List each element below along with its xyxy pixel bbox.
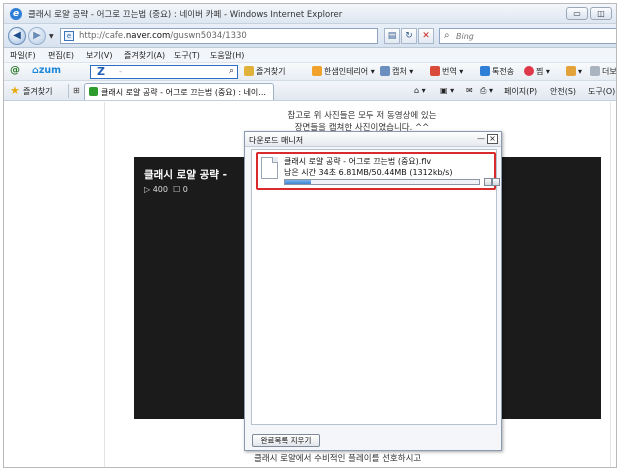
comment-count: ☐ 0 — [173, 185, 188, 194]
dialog-header: 다운로드 매니저 — × — [245, 132, 501, 147]
talk-icon — [480, 66, 490, 76]
zum-hanssem-tool[interactable]: 한샘인테리어 ▾ — [312, 66, 375, 77]
zum-search-value[interactable]: - — [119, 67, 122, 76]
video-stats: ▷ 400 ☐ 0 — [144, 185, 188, 194]
cancel-icon[interactable] — [492, 178, 500, 186]
safety-menu[interactable]: 안전(S) — [550, 86, 576, 97]
compatibility-icon[interactable]: ▤ — [384, 28, 400, 44]
download-manager-dialog: 다운로드 매니저 — × 클래시 로얄 공략 - 어그로 끄는법 (중요).fl… — [244, 131, 502, 451]
zum-wishlist-tool[interactable]: 찜 ▾ — [524, 66, 550, 77]
browser-window: e 클래시 로얄 공략 - 어그로 끄는법 (중요) : 네이버 카페 - Wi… — [3, 3, 617, 468]
download-progress-fill — [285, 180, 312, 184]
hanssem-icon — [312, 66, 322, 76]
url-text: http://cafe.naver.com/guswn5034/1330 — [79, 31, 247, 41]
zum-capture-tool[interactable]: 캡처 ▾ — [380, 66, 413, 77]
naver-cafe-icon — [89, 87, 98, 96]
window-title: 클래시 로얄 공략 - 어그로 끄는법 (중요) : 네이버 카페 - Wind… — [28, 10, 343, 20]
dialog-close-button[interactable]: × — [487, 134, 498, 144]
zum-search-box[interactable]: Z - ⌕ — [90, 65, 238, 79]
zum-translate-tool[interactable]: 번역 ▾ — [430, 66, 463, 77]
dialog-minimize-button[interactable]: — — [477, 134, 485, 143]
menu-tools[interactable]: 도구(T) — [174, 50, 200, 61]
favorites-star-icon[interactable]: ★ — [10, 84, 20, 97]
menu-edit[interactable]: 편집(E) — [48, 50, 74, 61]
home-icon[interactable]: ⌂ ▾ — [414, 86, 426, 95]
dialog-title: 다운로드 매니저 — [249, 136, 304, 145]
download-progress-bar — [284, 179, 480, 185]
back-button[interactable]: ◀ — [8, 27, 26, 45]
file-icon — [261, 157, 278, 179]
download-status: 남은 시간 34초 6.81MB/50.44MB (1312kb/s) — [284, 168, 453, 177]
page-menu[interactable]: 페이지(P) — [504, 86, 537, 97]
translate-icon — [430, 66, 440, 76]
more-icon — [590, 66, 600, 76]
at-icon[interactable]: @ — [10, 65, 20, 76]
zum-z-icon: Z — [97, 65, 105, 78]
capture-icon — [380, 66, 390, 76]
tools-menu[interactable]: 도구(O) — [588, 86, 615, 97]
forward-button[interactable]: ▶ — [28, 27, 46, 45]
ie-logo-icon: e — [10, 8, 22, 20]
heart-icon — [524, 66, 534, 76]
post-caption: 클래시 로얄에서 수비적인 플레이를 선호하시고 — [254, 454, 422, 464]
stop-icon[interactable]: ✕ — [418, 28, 434, 44]
favorites-button[interactable]: 즐겨찾기 — [23, 86, 52, 97]
brush-icon — [566, 66, 576, 76]
refresh-icon[interactable]: ↻ — [401, 28, 417, 44]
search-input[interactable] — [456, 30, 606, 42]
left-border-line — [104, 102, 105, 467]
download-filename: 클래시 로얄 공략 - 어그로 끄는법 (중요).flv — [284, 157, 432, 166]
key-icon — [244, 66, 254, 76]
right-border-line — [610, 102, 611, 467]
zum-search-icon[interactable]: ⌕ — [229, 66, 234, 76]
zum-brush-icon[interactable]: ▾ — [566, 66, 582, 76]
zum-more-tool[interactable]: 더보기 — [590, 66, 616, 77]
menu-file[interactable]: 파일(F) — [10, 50, 36, 61]
address-field[interactable]: e http://cafe.naver.com/guswn5034/1330 — [60, 28, 378, 44]
tab-current[interactable]: 클래시 로얄 공략 - 어그로 끄는법 (중요) : 네이... — [84, 83, 274, 100]
minimize-button[interactable]: ▭ — [566, 7, 588, 20]
zum-favorites-tool[interactable]: 즐겨찾기 — [244, 66, 285, 77]
quick-tabs-icon[interactable]: ⊞ — [73, 86, 80, 95]
title-bar: e 클래시 로얄 공략 - 어그로 끄는법 (중요) : 네이버 카페 - Wi… — [4, 4, 616, 24]
menu-favorites[interactable]: 즐겨찾기(A) — [124, 50, 165, 61]
zum-logo[interactable]: ⌂zum — [32, 65, 61, 76]
menu-bar: 파일(F) 편집(E) 보기(V) 즐겨찾기(A) 도구(T) 도움말(H) — [4, 48, 616, 63]
page-icon: e — [64, 31, 74, 41]
menu-help[interactable]: 도움말(H) — [210, 50, 244, 61]
pause-icon[interactable] — [484, 178, 492, 186]
zum-talk-tool[interactable]: 톡전송 — [480, 66, 514, 77]
menu-view[interactable]: 보기(V) — [86, 50, 112, 61]
video-title: 클래시 로얄 공략 - — [144, 169, 227, 181]
search-box[interactable]: ⌕ — [439, 28, 616, 44]
clear-completed-button[interactable]: 완료목록 지우기 — [252, 434, 320, 447]
search-icon: ⌕ — [444, 30, 450, 41]
address-toolbar: ◀ ▶ ▼ e http://cafe.naver.com/guswn5034/… — [4, 24, 616, 48]
view-count: ▷ 400 — [144, 185, 168, 194]
zum-toolbar: @ ⌂zum Z - ⌕ 즐겨찾기 한샘인테리어 ▾ 캡처 ▾ 번역 ▾ 톡전송… — [4, 63, 616, 81]
restore-button[interactable]: ◫ — [590, 7, 612, 20]
feeds-icon[interactable]: ▣ ▾ — [440, 86, 454, 95]
favorites-bar: ★ 즐겨찾기 ⊞ 클래시 로얄 공략 - 어그로 끄는법 (중요) : 네이..… — [4, 81, 616, 101]
history-dropdown-icon[interactable]: ▼ — [49, 33, 54, 40]
download-item[interactable]: 클래시 로얄 공략 - 어그로 끄는법 (중요).flv 남은 시간 34초 6… — [256, 152, 500, 190]
print-icon[interactable]: ⎙ ▾ — [480, 86, 493, 96]
tab-title: 클래시 로얄 공략 - 어그로 끄는법 (중요) : 네이... — [101, 88, 266, 97]
favorites-divider — [68, 84, 69, 98]
download-list: 클래시 로얄 공략 - 어그로 끄는법 (중요).flv 남은 시간 34초 6… — [251, 149, 500, 425]
mail-icon[interactable]: ✉ — [466, 86, 473, 95]
